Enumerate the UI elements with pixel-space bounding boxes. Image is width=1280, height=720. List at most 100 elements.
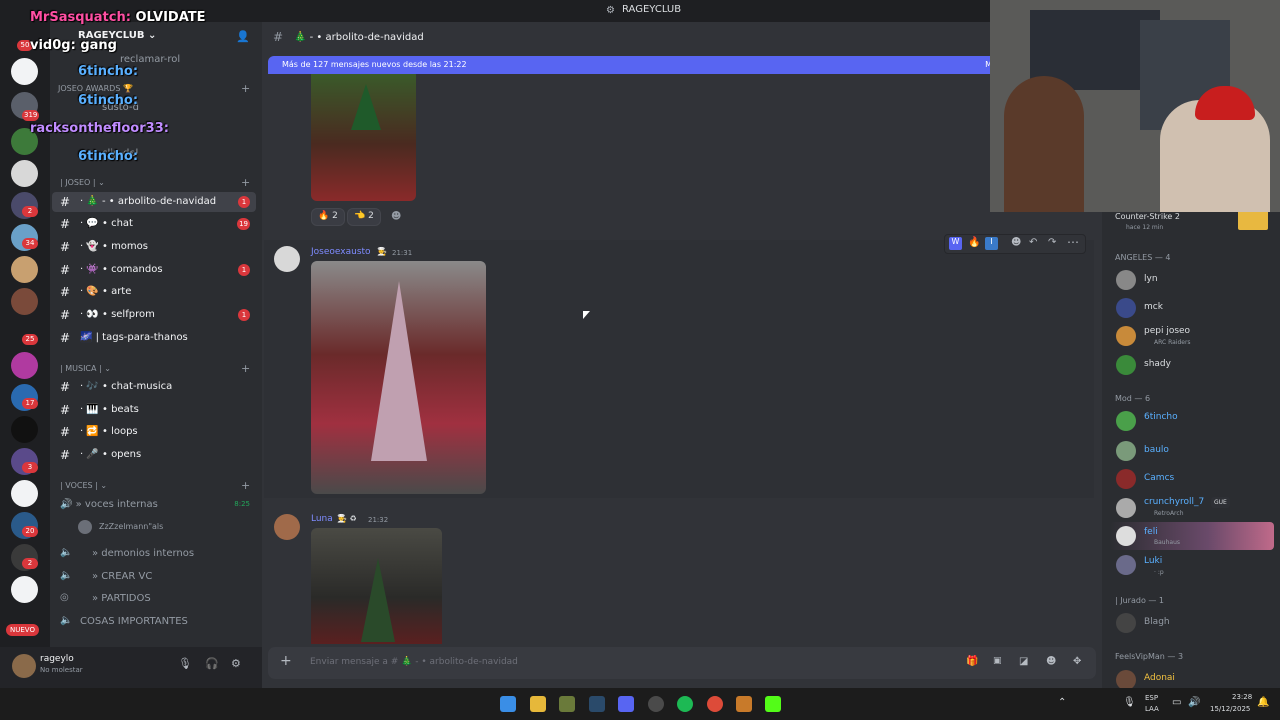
apps-icon[interactable]: ✥ xyxy=(1073,656,1081,667)
add-channel-icon[interactable]: + xyxy=(241,176,250,189)
channel-loops[interactable]: # · 🔁 • loops xyxy=(52,422,256,442)
app-icon[interactable] xyxy=(736,696,752,712)
member-name[interactable]: Camcs xyxy=(1144,473,1174,483)
start-icon[interactable] xyxy=(500,696,516,712)
reply-icon[interactable]: ↶ xyxy=(1029,237,1037,248)
member-name[interactable]: pepi joseo xyxy=(1144,326,1190,336)
reaction-fire[interactable]: 🔥 2 xyxy=(311,208,345,226)
voice-voces-internas[interactable]: 🔊 » voces internas 8:25 xyxy=(52,495,256,515)
category-voces[interactable]: | VOCES | ⌄ xyxy=(60,481,107,490)
emoji-icon[interactable]: ☻ xyxy=(1046,656,1056,667)
avatar[interactable] xyxy=(1116,613,1136,633)
more-icon[interactable]: ⋯ xyxy=(1067,235,1079,249)
clock-date[interactable]: 15/12/2025 xyxy=(1210,705,1250,713)
category-awards[interactable]: JOSEO AWARDS 🏆 xyxy=(58,84,133,93)
app-icon[interactable] xyxy=(559,696,575,712)
avatar[interactable] xyxy=(1116,270,1136,290)
guild-icon[interactable] xyxy=(11,256,38,283)
category-musica[interactable]: | MUSICA | ⌄ xyxy=(60,364,111,373)
avatar[interactable] xyxy=(274,514,300,540)
headphones-icon[interactable]: 🎧 xyxy=(205,657,219,670)
voice-member[interactable]: ZzZzelmann"als xyxy=(99,522,163,531)
voice-crear-vc[interactable]: 🔈 » CREAR VC xyxy=(52,567,256,587)
avatar[interactable] xyxy=(1116,498,1136,518)
speaker-icon[interactable]: 🔊 xyxy=(1188,697,1200,708)
upload-plus-icon[interactable]: + xyxy=(280,653,292,669)
channel-chat-musica[interactable]: # · 🎶 • chat-musica xyxy=(52,377,256,397)
kick-icon[interactable] xyxy=(765,696,781,712)
channel-beats[interactable]: # · 🎹 • beats xyxy=(52,400,256,420)
new-messages-bar[interactable]: Más de 127 mensajes nuevos desde las 21:… xyxy=(268,56,996,74)
guild-icon[interactable] xyxy=(11,416,38,443)
forward-icon[interactable]: ↷ xyxy=(1048,237,1056,248)
notification-icon[interactable]: 🔔 xyxy=(1257,697,1269,708)
channel-arte[interactable]: # · 🎨 • arte xyxy=(52,282,256,302)
message-author[interactable]: Luna xyxy=(311,514,333,524)
channel-arbolito[interactable]: # · 🎄 - • arbolito-de-navidad 1 xyxy=(52,192,256,212)
attachment-image[interactable] xyxy=(311,261,486,494)
channel-tags[interactable]: # 🌌 | tags-para-thanos xyxy=(52,328,256,348)
gear-icon[interactable]: ⚙ xyxy=(231,657,241,670)
avatar[interactable] xyxy=(1116,526,1136,546)
avatar[interactable] xyxy=(1116,326,1136,346)
obs-icon[interactable] xyxy=(648,696,664,712)
guild-icon[interactable] xyxy=(11,288,38,315)
message-author[interactable]: Joseoexausto xyxy=(311,247,371,257)
language-layout[interactable]: LAA xyxy=(1145,705,1159,713)
avatar[interactable] xyxy=(12,654,36,678)
file-explorer-icon[interactable] xyxy=(530,696,546,712)
avatar[interactable] xyxy=(1116,355,1136,375)
add-reaction-icon[interactable]: ☻ xyxy=(1011,237,1021,248)
avatar[interactable] xyxy=(1116,469,1136,489)
avatar[interactable] xyxy=(1116,555,1136,575)
member-name[interactable]: Luki xyxy=(1144,556,1162,566)
avatar[interactable] xyxy=(274,246,300,272)
chrome-icon[interactable] xyxy=(707,696,723,712)
guild-icon[interactable] xyxy=(11,480,38,507)
clock-time[interactable]: 23:28 xyxy=(1232,693,1252,701)
steam-icon[interactable] xyxy=(589,696,605,712)
reaction-point[interactable]: 👈 2 xyxy=(347,208,381,226)
guild-icon[interactable] xyxy=(11,160,38,187)
channel-chat[interactable]: # · 💬 • chat 19 xyxy=(52,214,256,234)
member-name[interactable]: feli xyxy=(1144,527,1158,537)
channel-opens[interactable]: # · 🎤 • opens xyxy=(52,445,256,465)
voice-importantes[interactable]: 🔈 COSAS IMPORTANTES xyxy=(52,612,256,632)
sticker-icon[interactable]: ◪ xyxy=(1019,656,1028,667)
language-code[interactable]: ESP xyxy=(1145,694,1158,702)
add-member-icon[interactable]: 👤 xyxy=(236,30,250,43)
channel-comandos[interactable]: # · 👾 • comandos 1 xyxy=(52,260,256,280)
w-emoji-icon[interactable]: W xyxy=(949,237,962,250)
guild-icon[interactable] xyxy=(11,352,38,379)
add-reaction-icon[interactable]: ☻ xyxy=(391,211,401,222)
attachment-image[interactable] xyxy=(311,74,416,201)
fire-emoji-icon[interactable]: 🔥 xyxy=(968,237,980,248)
category-joseo[interactable]: | JOSEO | ⌄ xyxy=(60,178,105,187)
mic-icon[interactable]: 🎙 xyxy=(1123,697,1136,708)
avatar[interactable] xyxy=(1116,441,1136,461)
voice-demonios[interactable]: 🔈 » demonios internos xyxy=(52,544,256,564)
add-channel-icon[interactable]: + xyxy=(241,362,250,375)
member-name[interactable]: baulo xyxy=(1144,445,1169,455)
member-name[interactable]: Blagh xyxy=(1144,617,1170,627)
guild-icon[interactable] xyxy=(11,58,38,85)
channel-selfprom[interactable]: # · 👀 • selfprom 1 xyxy=(52,305,256,325)
gift-icon[interactable]: 🎁 xyxy=(966,656,978,667)
guild-icon[interactable] xyxy=(11,576,38,603)
gif-icon[interactable]: ▣ xyxy=(993,656,1002,666)
member-name[interactable]: lyn xyxy=(1144,274,1158,284)
message-input[interactable]: + Enviar mensaje a # 🎄 - • arbolito-de-n… xyxy=(268,647,1096,679)
member-name[interactable]: 6tincho xyxy=(1144,412,1178,422)
i-emoji-icon[interactable]: I xyxy=(985,237,998,250)
discord-icon[interactable] xyxy=(618,696,634,712)
add-channel-icon[interactable]: + xyxy=(241,479,250,492)
monitor-icon[interactable]: ▭ xyxy=(1172,697,1181,708)
member-name[interactable]: Adonai xyxy=(1144,673,1175,683)
add-channel-icon[interactable]: + xyxy=(241,82,250,95)
avatar[interactable] xyxy=(1116,670,1136,690)
avatar[interactable] xyxy=(1116,411,1136,431)
voice-partidos[interactable]: ◎ » PARTIDOS xyxy=(52,589,256,609)
member-name[interactable]: shady xyxy=(1144,359,1171,369)
member-name[interactable]: mck xyxy=(1144,302,1163,312)
avatar[interactable] xyxy=(1116,298,1136,318)
